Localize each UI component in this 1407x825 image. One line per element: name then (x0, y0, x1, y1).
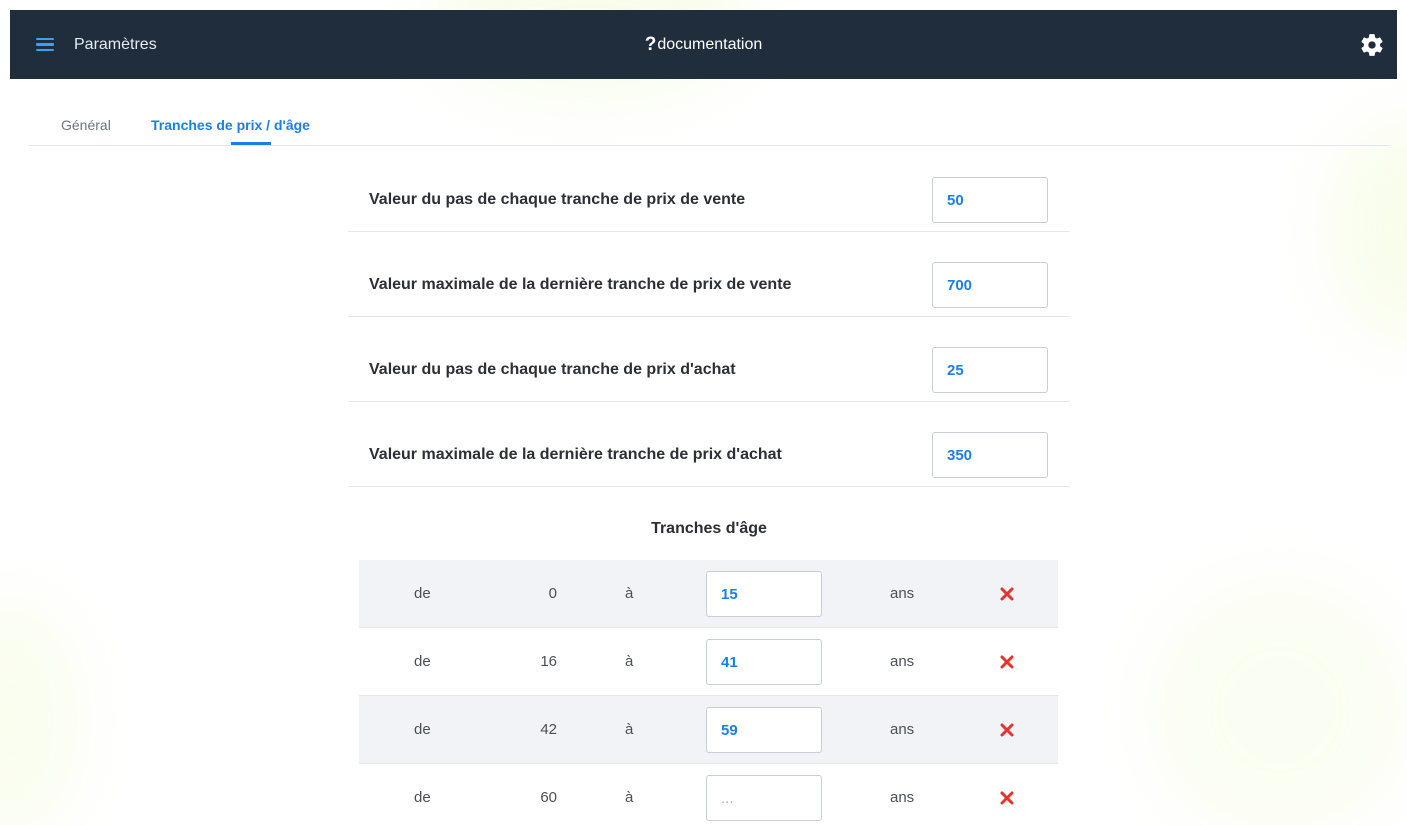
documentation-label: documentation (657, 35, 763, 53)
unit-label: ans (890, 585, 915, 602)
setting-label: Valeur maximale de la dernière tranche d… (369, 276, 792, 293)
tab-general[interactable]: Général (61, 117, 111, 133)
from-label: de (414, 721, 431, 738)
age-range-row: de 42 à ans (359, 696, 1058, 764)
delete-x-icon[interactable] (999, 654, 1015, 670)
hamburger-menu-icon[interactable] (36, 37, 54, 52)
from-label: de (414, 789, 431, 806)
background-decoration (1330, 120, 1407, 340)
from-label: de (414, 585, 431, 602)
page-title: Paramètres (74, 35, 157, 53)
sale-price-max-input[interactable] (932, 262, 1048, 308)
setting-row-sale-price-step: Valeur du pas de chaque tranche de prix … (348, 147, 1070, 232)
sale-price-step-input[interactable] (932, 177, 1048, 223)
delete-x-icon[interactable] (999, 790, 1015, 806)
setting-label: Valeur du pas de chaque tranche de prix … (369, 361, 736, 378)
range-end-input[interactable] (706, 775, 822, 821)
setting-row-purchase-price-max: Valeur maximale de la dernière tranche d… (348, 402, 1070, 487)
setting-label: Valeur maximale de la dernière tranche d… (369, 446, 782, 463)
unit-label: ans (890, 721, 915, 738)
range-end-input[interactable] (706, 571, 822, 617)
range-end-input[interactable] (706, 707, 822, 753)
to-label: à (625, 585, 634, 602)
purchase-price-step-input[interactable] (932, 347, 1048, 393)
delete-x-icon[interactable] (999, 722, 1015, 738)
to-label: à (625, 653, 634, 670)
range-start-value: 42 (540, 721, 557, 738)
setting-row-purchase-price-step: Valeur du pas de chaque tranche de prix … (348, 317, 1070, 402)
age-range-row: de 0 à ans (359, 560, 1058, 628)
age-ranges-title: Tranches d'âge (651, 520, 767, 537)
range-start-value: 60 (540, 789, 557, 806)
setting-row-sale-price-max: Valeur maximale de la dernière tranche d… (348, 232, 1070, 317)
to-label: à (625, 721, 634, 738)
documentation-link[interactable]: ? documentation (645, 34, 763, 56)
age-ranges-table: de 0 à ans de 16 à ans de 42 à ans de 60… (359, 560, 1058, 825)
range-end-input[interactable] (706, 639, 822, 685)
to-label: à (625, 789, 634, 806)
background-decoration (1150, 580, 1407, 825)
range-start-value: 16 (540, 653, 557, 670)
from-label: de (414, 653, 431, 670)
background-decoration (0, 600, 80, 825)
age-range-row: de 16 à ans (359, 628, 1058, 696)
top-navigation-bar: Paramètres ? documentation (10, 10, 1397, 79)
tab-price-age-ranges[interactable]: Tranches de prix / d'âge (151, 117, 310, 133)
unit-label: ans (890, 653, 915, 670)
active-tab-indicator (231, 142, 271, 145)
delete-x-icon[interactable] (999, 586, 1015, 602)
unit-label: ans (890, 789, 915, 806)
help-icon: ? (644, 33, 657, 55)
setting-label: Valeur du pas de chaque tranche de prix … (369, 191, 746, 208)
purchase-price-max-input[interactable] (932, 432, 1048, 478)
range-start-value: 0 (548, 585, 557, 602)
age-range-row: de 60 à ans (359, 764, 1058, 825)
gear-icon[interactable] (1359, 32, 1385, 58)
settings-tabs: Général Tranches de prix / d'âge (28, 80, 1390, 146)
